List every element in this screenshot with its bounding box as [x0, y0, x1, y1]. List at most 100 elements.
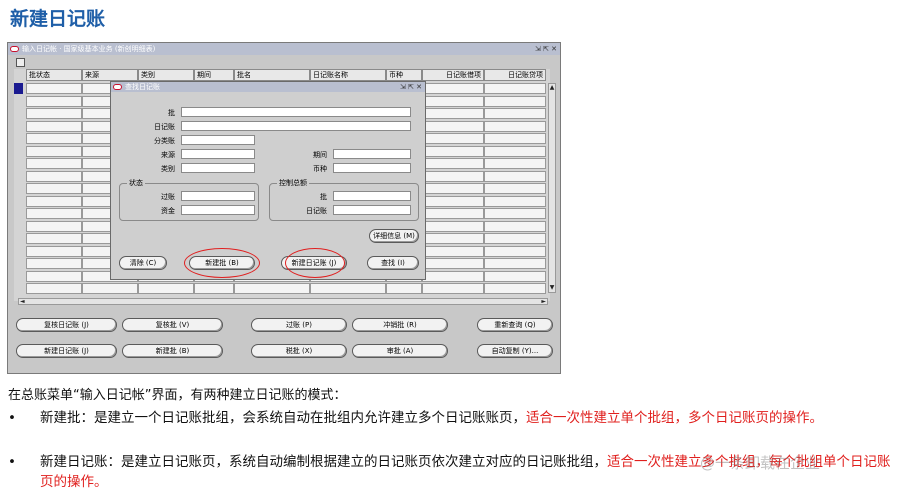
- approve-button[interactable]: 审批 (A): [352, 344, 448, 358]
- clear-button[interactable]: 清除 (C): [119, 256, 167, 270]
- grid-cell[interactable]: [422, 245, 484, 257]
- ctrl-journal-input[interactable]: [333, 205, 411, 215]
- grid-cell[interactable]: [484, 220, 546, 232]
- col-batch-status[interactable]: 批状态: [26, 69, 82, 81]
- horizontal-scrollbar[interactable]: ◄ ►: [18, 298, 548, 305]
- scroll-down-icon[interactable]: ▼: [549, 284, 555, 292]
- review-journal-button[interactable]: 复核日记账 (J): [16, 318, 117, 332]
- category-input[interactable]: [181, 163, 255, 173]
- grid-cell[interactable]: [484, 83, 546, 94]
- grid-cell[interactable]: [26, 283, 82, 294]
- new-journal-button[interactable]: 新建日记账 (J): [16, 344, 117, 358]
- grid-cell[interactable]: [484, 108, 546, 119]
- grid-cell[interactable]: [422, 220, 484, 232]
- grid-cell[interactable]: [422, 133, 484, 144]
- window-controls-icon[interactable]: ⇲ ⇱ ✕: [535, 45, 557, 53]
- grid-cell[interactable]: [422, 195, 484, 207]
- grid-cell[interactable]: [484, 95, 546, 107]
- ctrl-batch-input[interactable]: [333, 191, 411, 201]
- grid-cell[interactable]: [484, 270, 546, 282]
- grid-cell[interactable]: [26, 133, 82, 144]
- ledger-input[interactable]: [181, 135, 255, 145]
- grid-cell[interactable]: [26, 270, 82, 282]
- grid-cell[interactable]: [234, 283, 310, 294]
- grid-cell[interactable]: [484, 158, 546, 169]
- grid-cell[interactable]: [484, 170, 546, 182]
- grid-cell[interactable]: [422, 83, 484, 94]
- grid-cell[interactable]: [484, 195, 546, 207]
- grid-cell[interactable]: [484, 258, 546, 269]
- col-period[interactable]: 期间: [194, 69, 234, 81]
- tax-batch-button[interactable]: 税批 (X): [251, 344, 347, 358]
- autocopy-button[interactable]: 自动复制 (Y)...: [477, 344, 553, 358]
- grid-cell[interactable]: [310, 283, 386, 294]
- grid-cell[interactable]: [26, 145, 82, 157]
- currency-input[interactable]: [333, 163, 411, 173]
- grid-cell[interactable]: [26, 258, 82, 269]
- period-input[interactable]: [333, 149, 411, 159]
- grid-cell[interactable]: [484, 145, 546, 157]
- grid-cell[interactable]: [386, 283, 422, 294]
- scroll-right-icon[interactable]: ►: [541, 298, 546, 305]
- requery-button[interactable]: 重新查询 (Q): [477, 318, 553, 332]
- grid-cell[interactable]: [484, 245, 546, 257]
- grid-cell[interactable]: [194, 283, 234, 294]
- grid-cell[interactable]: [484, 183, 546, 194]
- grid-cell[interactable]: [484, 208, 546, 219]
- funds-input[interactable]: [181, 205, 255, 215]
- grid-cell[interactable]: [422, 283, 484, 294]
- grid-cell[interactable]: [422, 208, 484, 219]
- posting-input[interactable]: [181, 191, 255, 201]
- grid-cell[interactable]: [422, 158, 484, 169]
- grid-cell[interactable]: [138, 283, 194, 294]
- grid-cell[interactable]: [484, 133, 546, 144]
- col-batch-name[interactable]: 批名: [234, 69, 310, 81]
- batch-input[interactable]: [181, 107, 411, 117]
- new-batch-button[interactable]: 新建批 (B): [122, 344, 223, 358]
- col-source[interactable]: 来源: [82, 69, 138, 81]
- grid-cell[interactable]: [26, 108, 82, 119]
- grid-cell[interactable]: [26, 183, 82, 194]
- journal-input[interactable]: [181, 121, 411, 131]
- col-category[interactable]: 类别: [138, 69, 194, 81]
- dialog-controls-icon[interactable]: ⇲ ⇱ ✕: [400, 83, 422, 91]
- grid-cell[interactable]: [26, 83, 82, 94]
- grid-cell[interactable]: [422, 120, 484, 132]
- grid-cell[interactable]: [26, 233, 82, 244]
- grid-cell[interactable]: [26, 170, 82, 182]
- grid-cell[interactable]: [484, 233, 546, 244]
- document-icon[interactable]: [16, 58, 25, 67]
- grid-cell[interactable]: [422, 270, 484, 282]
- grid-cell[interactable]: [422, 258, 484, 269]
- batch-label: 批: [168, 109, 175, 117]
- grid-cell[interactable]: [26, 95, 82, 107]
- grid-cell[interactable]: [26, 208, 82, 219]
- grid-cell[interactable]: [422, 108, 484, 119]
- grid-cell[interactable]: [422, 183, 484, 194]
- grid-cell[interactable]: [422, 145, 484, 157]
- grid-cell[interactable]: [26, 120, 82, 132]
- grid-cell[interactable]: [484, 283, 546, 294]
- find-button[interactable]: 查找 (I): [367, 256, 419, 270]
- grid-cell[interactable]: [26, 245, 82, 257]
- col-currency[interactable]: 币种: [386, 69, 422, 81]
- grid-cell[interactable]: [422, 170, 484, 182]
- vertical-scrollbar[interactable]: ▲ ▼: [548, 83, 556, 293]
- col-journal-debit[interactable]: 日记账借项: [422, 69, 484, 81]
- reverse-batch-button[interactable]: 冲销批 (R): [352, 318, 448, 332]
- details-button[interactable]: 详细信息 (M): [369, 229, 419, 243]
- col-journal-credit[interactable]: 日记账贷项: [484, 69, 546, 81]
- grid-cell[interactable]: [422, 233, 484, 244]
- col-journal-name[interactable]: 日记账名称: [310, 69, 386, 81]
- grid-cell[interactable]: [26, 220, 82, 232]
- grid-cell[interactable]: [82, 283, 138, 294]
- scroll-up-icon[interactable]: ▲: [549, 84, 555, 92]
- grid-cell[interactable]: [26, 158, 82, 169]
- grid-cell[interactable]: [422, 95, 484, 107]
- scroll-left-icon[interactable]: ◄: [20, 298, 25, 305]
- review-batch-button[interactable]: 复核批 (V): [122, 318, 223, 332]
- post-button[interactable]: 过账 (P): [251, 318, 347, 332]
- grid-cell[interactable]: [26, 195, 82, 207]
- source-input[interactable]: [181, 149, 255, 159]
- grid-cell[interactable]: [484, 120, 546, 132]
